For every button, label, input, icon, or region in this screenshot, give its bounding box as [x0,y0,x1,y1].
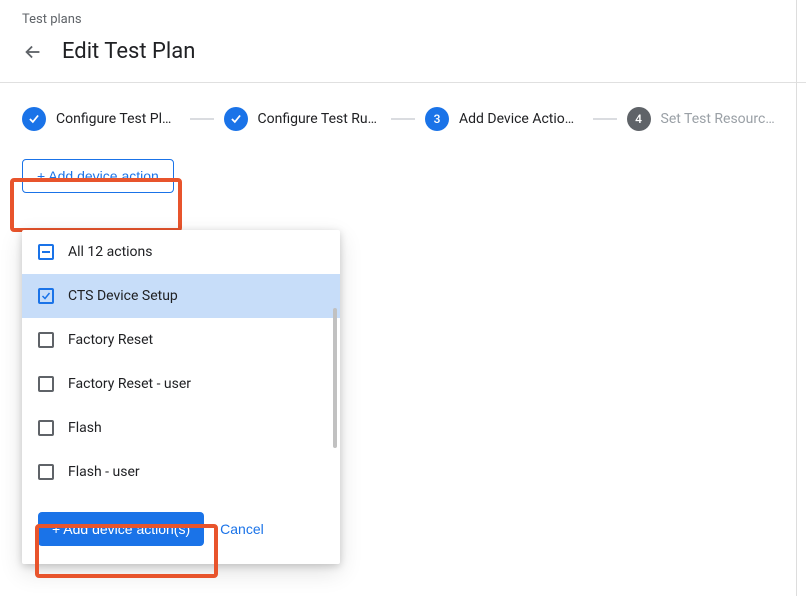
popup-item-flash[interactable]: Flash [22,406,340,450]
step-label: Configure Test Ru… [258,111,378,127]
popup-header-all[interactable]: All 12 actions [22,230,340,274]
popup-list: All 12 actions CTS Device Setup Factory … [22,230,340,494]
scrollbar[interactable] [333,308,337,448]
popup-item-label: Flash [68,420,102,436]
popup-item-label: Flash - user [68,464,140,480]
step-4[interactable]: 4 Set Test Resourc… [627,107,785,131]
popup-footer: + Add device action(s) Cancel [22,494,340,564]
step-number-icon: 3 [425,107,449,131]
cancel-button[interactable]: Cancel [220,521,264,537]
checkbox-indeterminate-icon[interactable] [38,244,54,260]
step-label: Configure Test Pl… [56,111,171,127]
check-icon [224,107,248,131]
step-connector [190,118,214,120]
step-2[interactable]: Configure Test Ru… [224,107,382,131]
popup-header-label: All 12 actions [68,244,153,260]
popup-item-cts[interactable]: CTS Device Setup [22,274,340,318]
page-title: Edit Test Plan [62,39,195,64]
check-icon [22,107,46,131]
device-action-popup: All 12 actions CTS Device Setup Factory … [22,230,340,564]
popup-item-flash-user[interactable]: Flash - user [22,450,340,494]
title-row: Edit Test Plan [0,27,806,82]
popup-item-label: Factory Reset [68,332,153,348]
step-label: Set Test Resourc… [661,111,775,127]
checkbox-checked-icon[interactable] [38,288,54,304]
stepper: Configure Test Pl… Configure Test Ru… 3 … [0,83,806,159]
back-arrow-icon[interactable] [22,41,44,63]
checkbox-unchecked-icon[interactable] [38,464,54,480]
page-right-divider [796,0,797,596]
step-number-icon: 4 [627,107,651,131]
confirm-add-actions-button[interactable]: + Add device action(s) [38,512,204,546]
step-label: Add Device Actio… [459,111,574,127]
popup-item-label: CTS Device Setup [68,288,178,304]
add-device-action-button[interactable]: + Add device action [22,159,174,193]
breadcrumb[interactable]: Test plans [0,0,806,27]
step-1[interactable]: Configure Test Pl… [22,107,180,131]
checkbox-unchecked-icon[interactable] [38,376,54,392]
checkbox-unchecked-icon[interactable] [38,420,54,436]
popup-item-factory-reset-user[interactable]: Factory Reset - user [22,362,340,406]
step-3[interactable]: 3 Add Device Actio… [425,107,583,131]
step-connector [391,118,415,120]
popup-item-factory-reset[interactable]: Factory Reset [22,318,340,362]
popup-item-label: Factory Reset - user [68,376,191,392]
step-connector [593,118,617,120]
checkbox-unchecked-icon[interactable] [38,332,54,348]
